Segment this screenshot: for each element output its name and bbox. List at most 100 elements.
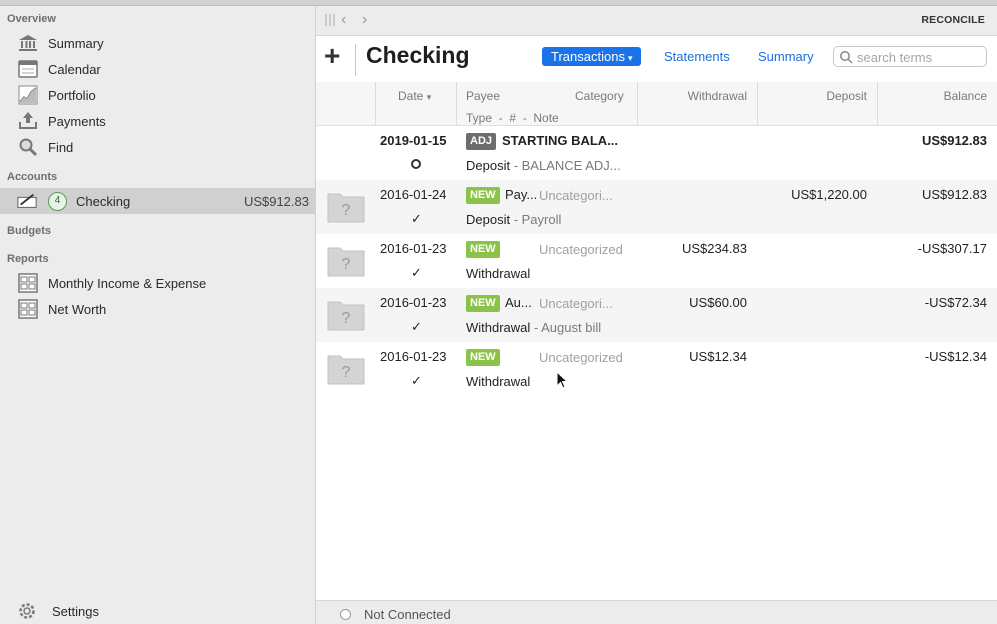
- table-row[interactable]: 2019-01-15 ADJ STARTING BALA... Deposit …: [316, 126, 997, 180]
- mouse-pointer-icon: [556, 371, 568, 389]
- status-badge: NEW: [466, 349, 500, 366]
- sidebar-item-net-worth[interactable]: Net Worth: [0, 296, 315, 322]
- table-row[interactable]: ? 2016-01-23 ✓ NEW Uncategorized Withdra…: [316, 234, 997, 288]
- status-badge: ADJ: [466, 133, 497, 150]
- account-balance: US$912.83: [243, 194, 309, 209]
- column-separator: [757, 82, 758, 126]
- column-category[interactable]: Category: [575, 89, 624, 103]
- pending-count-badge: 4: [48, 192, 67, 211]
- status-bar: Not Connected: [316, 600, 997, 624]
- settings-button[interactable]: Settings: [0, 598, 315, 624]
- svg-text:?: ?: [342, 310, 351, 327]
- column-label: Date: [398, 89, 424, 103]
- sort-chevron-icon: ▾: [426, 92, 432, 102]
- transaction-withdrawal: US$60.00: [689, 295, 747, 310]
- column-type-note[interactable]: Type - # - Note: [466, 111, 559, 125]
- report-icon: [18, 273, 38, 293]
- transaction-date: 2019-01-15: [380, 133, 447, 148]
- report-icon: [18, 299, 38, 319]
- sidebar-item-label: Find: [48, 140, 74, 155]
- sidebar-item-label: Summary: [48, 36, 104, 51]
- cleared-check-icon[interactable]: ✓: [411, 211, 422, 227]
- table-row[interactable]: ? 2016-01-23 ✓ NEW Uncategorized Withdra…: [316, 342, 997, 396]
- transaction-date: 2016-01-23: [380, 295, 447, 310]
- folder-question-icon[interactable]: ?: [326, 350, 366, 386]
- type-label: Withdrawal: [466, 320, 531, 335]
- transaction-type: Deposit - Payroll: [466, 212, 561, 227]
- toolbar: + Checking Transactions ▾ Statements Summ…: [316, 36, 997, 82]
- column-balance[interactable]: Balance: [944, 89, 987, 103]
- type-label: Deposit: [466, 158, 511, 173]
- status-badge: NEW: [466, 241, 500, 258]
- sidebar: Overview Summary Calendar Portfolio Paym…: [0, 6, 316, 624]
- transaction-balance: US$912.83: [921, 133, 987, 148]
- transaction-balance: US$912.83: [921, 187, 987, 202]
- transaction-note: - BALANCE ADJ...: [510, 158, 621, 173]
- cleared-check-icon[interactable]: ✓: [411, 265, 422, 281]
- sidebar-item-summary[interactable]: Summary: [0, 30, 315, 56]
- connection-status-icon: [340, 609, 351, 620]
- cleared-check-icon[interactable]: ✓: [411, 373, 422, 389]
- column-separator: [456, 82, 457, 126]
- column-separator: [375, 82, 376, 126]
- forward-arrow-icon[interactable]: ›: [362, 11, 367, 29]
- tab-statements[interactable]: Statements: [664, 49, 730, 64]
- status-badge: NEW: [466, 295, 500, 312]
- tab-summary[interactable]: Summary: [758, 49, 814, 64]
- sidebar-item-checking[interactable]: 4 Checking US$912.83: [0, 188, 315, 214]
- calendar-icon: [18, 60, 38, 78]
- transaction-type: Withdrawal: [466, 374, 530, 389]
- gear-icon: [19, 603, 35, 619]
- transaction-date: 2016-01-23: [380, 349, 447, 364]
- type-label: Deposit: [466, 212, 511, 227]
- column-withdrawal[interactable]: Withdrawal: [688, 89, 747, 103]
- reconcile-button[interactable]: RECONCILE: [921, 14, 985, 26]
- table-row[interactable]: ? 2016-01-24 ✓ NEW Pay... Uncategori... …: [316, 180, 997, 234]
- uncleared-status-icon[interactable]: [411, 159, 421, 169]
- sidebar-item-payments[interactable]: Payments: [0, 108, 315, 134]
- folder-question-icon[interactable]: ?: [326, 242, 366, 278]
- transaction-type: Withdrawal: [466, 266, 530, 281]
- transaction-date: 2016-01-23: [380, 241, 447, 256]
- back-arrow-icon[interactable]: ‹: [341, 11, 346, 29]
- search-input[interactable]: search terms: [833, 46, 987, 67]
- transaction-payee: STARTING BALA...: [502, 133, 619, 148]
- column-date[interactable]: Date ▾: [398, 89, 431, 103]
- sidebar-item-portfolio[interactable]: Portfolio: [0, 82, 315, 108]
- chevron-down-icon: ▾: [627, 53, 633, 63]
- bank-icon: [19, 35, 37, 51]
- transaction-category: Uncategorized: [539, 242, 623, 257]
- status-badge: NEW: [466, 187, 500, 204]
- column-separator: [637, 82, 638, 126]
- column-deposit[interactable]: Deposit: [826, 89, 867, 103]
- sidebar-item-label: Net Worth: [48, 302, 107, 317]
- type-label: Withdrawal: [466, 374, 531, 389]
- transaction-note: - Payroll: [510, 212, 562, 227]
- sidebar-item-label: Calendar: [48, 62, 101, 77]
- search-icon: [840, 51, 853, 64]
- folder-question-icon[interactable]: ?: [326, 296, 366, 332]
- tab-transactions[interactable]: Transactions ▾: [542, 47, 642, 66]
- transaction-withdrawal: US$12.34: [689, 349, 747, 364]
- transaction-category: Uncategorized: [539, 350, 623, 365]
- sidebar-item-monthly-income-expense[interactable]: Monthly Income & Expense: [0, 270, 315, 296]
- upload-icon: [19, 112, 37, 129]
- transaction-date: 2016-01-24: [380, 187, 447, 202]
- folder-question-icon[interactable]: ?: [326, 188, 366, 224]
- section-budgets[interactable]: Budgets: [7, 225, 51, 237]
- add-transaction-button[interactable]: +: [324, 40, 340, 72]
- column-payee[interactable]: Payee: [466, 89, 500, 103]
- table-row[interactable]: ? 2016-01-23 ✓ NEW Au... Uncategori... W…: [316, 288, 997, 342]
- search-placeholder: search terms: [857, 50, 933, 65]
- column-separator: [877, 82, 878, 126]
- sidebar-item-calendar[interactable]: Calendar: [0, 56, 315, 82]
- transaction-note: - August bill: [530, 320, 602, 335]
- transaction-balance: -US$12.34: [924, 349, 987, 364]
- sidebar-toggle-icon[interactable]: [324, 13, 336, 27]
- cleared-check-icon[interactable]: ✓: [411, 319, 422, 335]
- sidebar-item-find[interactable]: Find: [0, 134, 315, 160]
- transaction-category: Uncategori...: [539, 296, 613, 311]
- column-header: Date ▾ Payee Category Type - # - Note Wi…: [316, 82, 997, 126]
- settings-label: Settings: [52, 604, 99, 619]
- transaction-deposit: US$1,220.00: [791, 187, 867, 202]
